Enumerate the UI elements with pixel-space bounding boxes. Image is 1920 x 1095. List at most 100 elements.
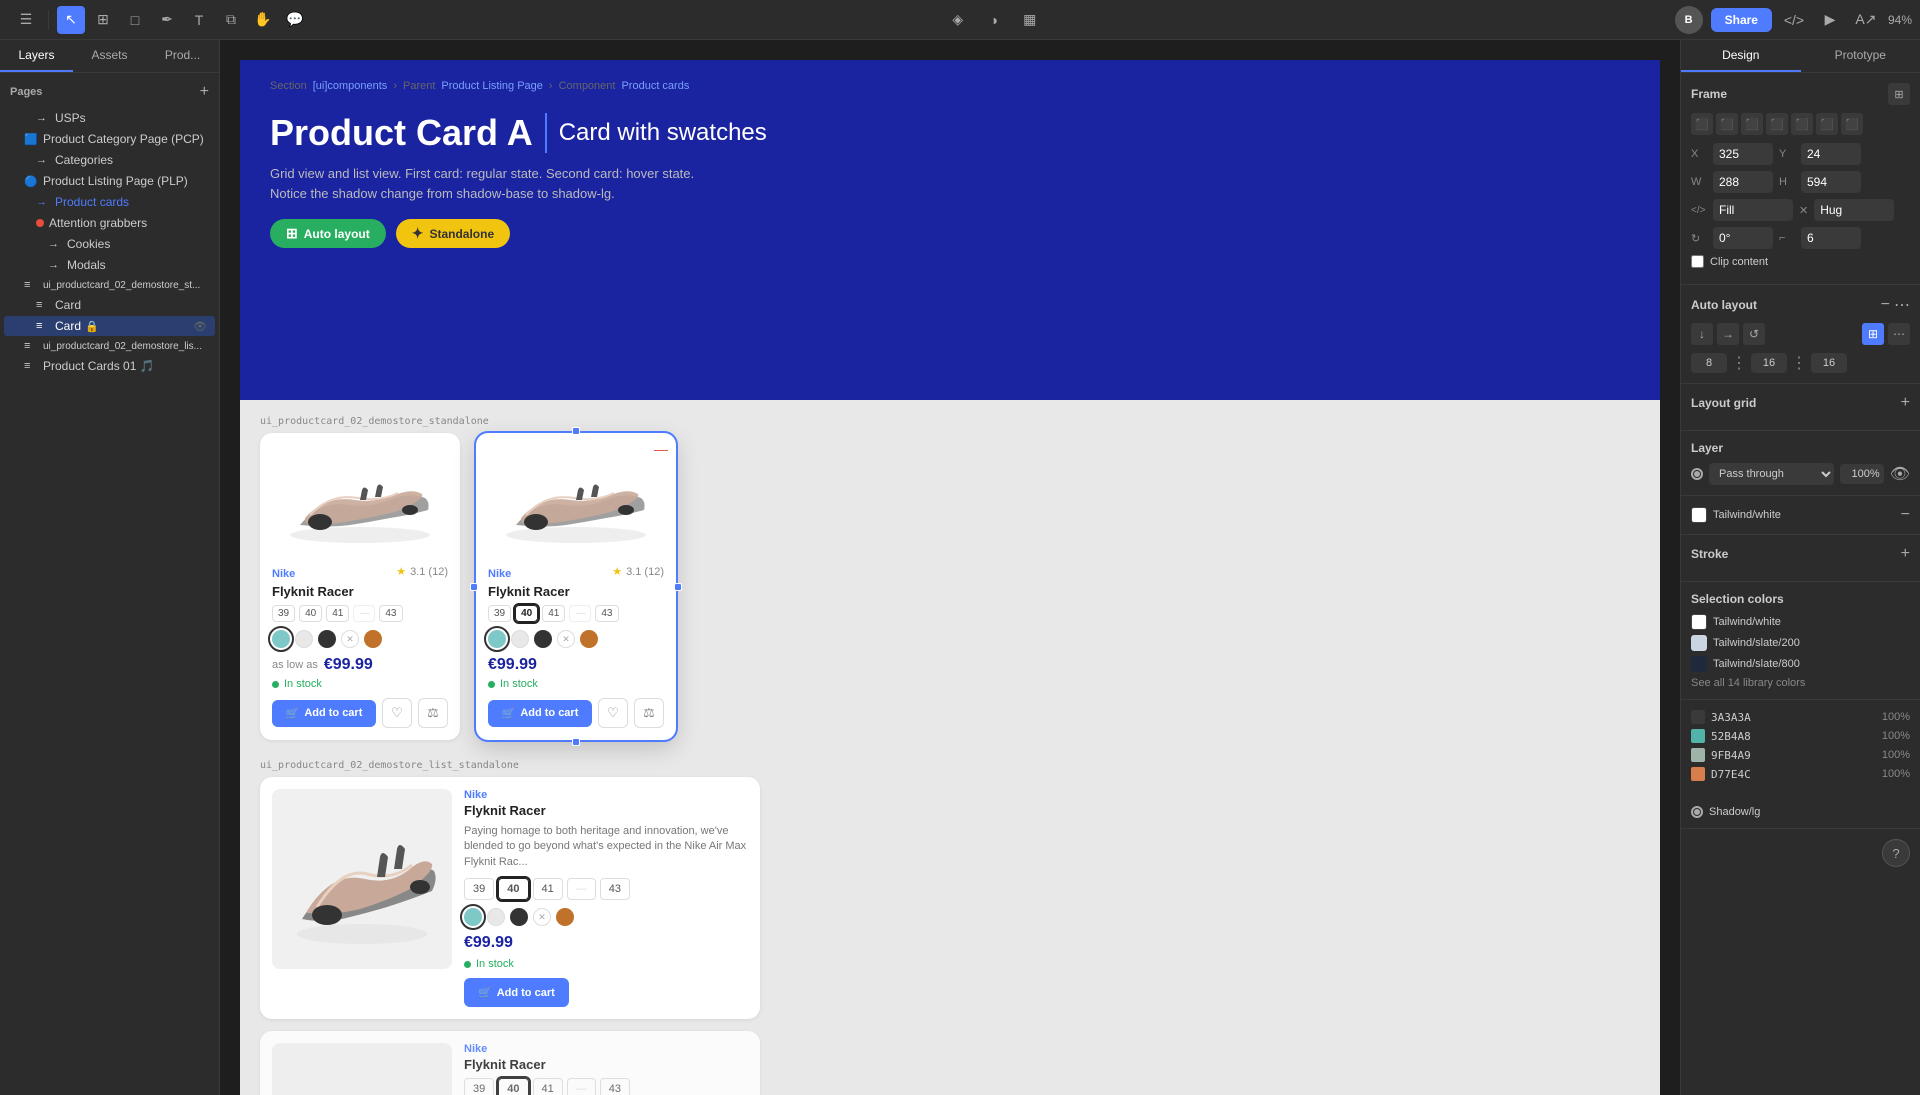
size-43[interactable]: 43 bbox=[379, 605, 402, 622]
layer-cookies[interactable]: → Cookies bbox=[4, 234, 215, 254]
color-teal[interactable] bbox=[488, 630, 506, 648]
component-tool[interactable]: ⧉ bbox=[217, 6, 245, 34]
align-middle-btn[interactable]: ⬛ bbox=[1791, 113, 1813, 135]
align-right-btn[interactable]: ⬛ bbox=[1741, 113, 1763, 135]
layer-radio-btn[interactable] bbox=[1691, 468, 1703, 480]
frame-tool[interactable]: ⊞ bbox=[89, 6, 117, 34]
resize-icon-btn[interactable]: ⊞ bbox=[1888, 83, 1910, 105]
visibility-btn[interactable]: 👁 bbox=[1890, 464, 1910, 484]
list-card-1[interactable]: Nike Flyknit Racer Paying homage to both… bbox=[260, 777, 760, 1019]
color-x[interactable]: ✕ bbox=[533, 908, 551, 926]
wishlist-btn[interactable]: ♡ bbox=[382, 698, 412, 728]
color-black[interactable] bbox=[318, 630, 336, 648]
y-input[interactable] bbox=[1801, 143, 1861, 165]
layer-plp[interactable]: 🔵 Product Listing Page (PLP) bbox=[4, 171, 215, 191]
product-card-regular[interactable]: Nike ★ 3.1 (12) Flyknit Racer 39 40 41 bbox=[260, 433, 460, 740]
a-btn[interactable]: A↗ bbox=[1852, 6, 1880, 34]
hex-swatch-3[interactable] bbox=[1691, 767, 1705, 781]
color-white[interactable] bbox=[487, 908, 505, 926]
text-tool[interactable]: T bbox=[185, 6, 213, 34]
layer-pcp[interactable]: 🟦 Product Category Page (PCP) bbox=[4, 129, 215, 149]
size-41[interactable]: 41 bbox=[542, 605, 565, 622]
color-orange[interactable] bbox=[580, 630, 598, 648]
layer-categories[interactable]: → Categories bbox=[4, 150, 215, 170]
tab-prototype[interactable]: Prototype bbox=[1801, 40, 1920, 72]
size-41[interactable]: 41 bbox=[326, 605, 349, 622]
fill-input[interactable] bbox=[1713, 199, 1793, 221]
list-card-2[interactable]: Nike Flyknit Racer 39 40 41 — 43 bbox=[260, 1031, 760, 1095]
shape-tool[interactable]: □ bbox=[121, 6, 149, 34]
move-tool[interactable]: ↖ bbox=[57, 6, 85, 34]
add-stroke-btn[interactable]: + bbox=[1901, 545, 1910, 563]
add-page-btn[interactable]: + bbox=[200, 83, 209, 101]
color-teal[interactable] bbox=[464, 908, 482, 926]
menu-btn[interactable]: ☰ bbox=[12, 6, 40, 34]
pen-tool[interactable]: ✒ bbox=[153, 6, 181, 34]
sel-color-swatch-0[interactable] bbox=[1691, 614, 1707, 630]
comment-tool[interactable]: 💬 bbox=[281, 6, 309, 34]
sel-color-swatch-1[interactable] bbox=[1691, 635, 1707, 651]
size-blank[interactable]: — bbox=[353, 605, 375, 622]
clip-content-checkbox[interactable] bbox=[1691, 255, 1704, 268]
align-center-h-btn[interactable]: ⬛ bbox=[1716, 113, 1738, 135]
hex-swatch-1[interactable] bbox=[1691, 729, 1705, 743]
size-39[interactable]: 39 bbox=[464, 1078, 494, 1095]
align-more-btn[interactable]: ⋯ bbox=[1888, 323, 1910, 345]
color-orange[interactable] bbox=[556, 908, 574, 926]
color-black[interactable] bbox=[534, 630, 552, 648]
size-blank[interactable]: — bbox=[567, 1078, 596, 1095]
sel-color-swatch-2[interactable] bbox=[1691, 656, 1707, 672]
layer-attention-grabbers[interactable]: Attention grabbers bbox=[4, 213, 215, 233]
size-39[interactable]: 39 bbox=[464, 878, 494, 900]
align-bottom-btn[interactable]: ⬛ bbox=[1816, 113, 1838, 135]
add-grid-btn[interactable]: + bbox=[1901, 394, 1910, 412]
h-input[interactable] bbox=[1801, 171, 1861, 193]
remove-fill-btn[interactable]: − bbox=[1901, 506, 1910, 524]
resize-handle-left[interactable] bbox=[470, 583, 478, 591]
layer-cards01[interactable]: ≡ Product Cards 01 🎵 bbox=[4, 356, 215, 376]
component-icon[interactable]: ◈ bbox=[944, 6, 972, 34]
code-view-btn[interactable]: </> bbox=[1780, 6, 1808, 34]
size-41[interactable]: 41 bbox=[533, 878, 563, 900]
layer-ui-demo2[interactable]: ≡ ui_productcard_02_demostore_lis... bbox=[4, 337, 215, 355]
layer-product-cards[interactable]: → Product cards bbox=[4, 192, 215, 212]
layer-card1[interactable]: ≡ Card bbox=[4, 295, 215, 315]
contrast-icon[interactable]: ◑ bbox=[980, 6, 1008, 34]
size-43[interactable]: 43 bbox=[600, 878, 630, 900]
w-input[interactable] bbox=[1713, 171, 1773, 193]
corner-input[interactable] bbox=[1801, 227, 1861, 249]
direction-right-btn[interactable]: → bbox=[1717, 323, 1739, 345]
resize-handle-right[interactable] bbox=[674, 583, 682, 591]
see-all-colors-link[interactable]: See all 14 library colors bbox=[1691, 677, 1910, 689]
fill-swatch[interactable] bbox=[1691, 507, 1707, 523]
add-to-cart-btn[interactable]: 🛒 Add to cart bbox=[272, 700, 376, 727]
layer-usps[interactable]: → USPs bbox=[4, 108, 215, 128]
blend-mode-select[interactable]: Pass through bbox=[1709, 463, 1834, 485]
auto-layout-minus-btn[interactable]: − bbox=[1881, 295, 1890, 315]
color-teal[interactable] bbox=[272, 630, 290, 648]
hand-tool[interactable]: ✋ bbox=[249, 6, 277, 34]
size-39[interactable]: 39 bbox=[272, 605, 295, 622]
color-white[interactable] bbox=[511, 630, 529, 648]
help-btn[interactable]: ? bbox=[1882, 839, 1910, 867]
auto-layout-more-btn[interactable]: ⋯ bbox=[1894, 295, 1910, 315]
add-to-cart-btn[interactable]: 🛒 Add to cart bbox=[488, 700, 592, 727]
color-x[interactable]: ✕ bbox=[557, 630, 575, 648]
resize-handle-bottom[interactable] bbox=[572, 738, 580, 746]
tab-layers[interactable]: Layers bbox=[0, 40, 73, 72]
size-40[interactable]: 40 bbox=[498, 1078, 528, 1095]
resize-handle-top[interactable] bbox=[572, 427, 580, 435]
direction-wrap-btn[interactable]: ↺ bbox=[1743, 323, 1765, 345]
distribute-h-btn[interactable]: ⬛ bbox=[1841, 113, 1863, 135]
auto-layout-badge[interactable]: ⊞ Auto layout bbox=[270, 219, 386, 248]
shadow-radio[interactable] bbox=[1691, 806, 1703, 818]
padding-16b-input[interactable] bbox=[1811, 353, 1847, 373]
color-orange[interactable] bbox=[364, 630, 382, 648]
compare-btn[interactable]: ⚖ bbox=[634, 698, 664, 728]
tab-assets[interactable]: Assets bbox=[73, 40, 146, 72]
hex-swatch-2[interactable] bbox=[1691, 748, 1705, 762]
avatar[interactable]: B bbox=[1675, 6, 1703, 34]
size-blank[interactable]: — bbox=[567, 878, 596, 900]
size-40[interactable]: 40 bbox=[515, 605, 538, 622]
size-40[interactable]: 40 bbox=[299, 605, 322, 622]
